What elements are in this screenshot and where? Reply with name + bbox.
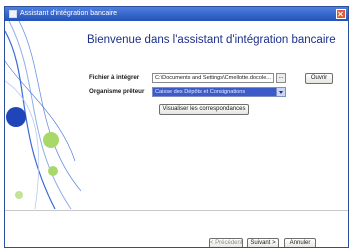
cancel-button[interactable]: Annuler bbox=[284, 238, 316, 247]
file-label: Fichier à intégrer bbox=[89, 74, 140, 81]
dropdown-arrow-icon[interactable] bbox=[276, 88, 285, 96]
title-bar[interactable]: Assistant d'intégration bancaire bbox=[5, 7, 348, 21]
close-icon[interactable] bbox=[336, 9, 346, 19]
lender-select-value: Caisse des Dépôts et Consignations bbox=[155, 89, 246, 95]
browse-button[interactable]: ... bbox=[276, 73, 286, 83]
open-button[interactable]: Ouvrir bbox=[305, 73, 333, 84]
wizard-window: Assistant d'intégration bancaire Bienven… bbox=[4, 6, 349, 248]
decorative-side-art bbox=[5, 21, 81, 209]
org-label: Organisme prêteur bbox=[89, 88, 145, 95]
next-button[interactable]: Suivant > bbox=[247, 238, 279, 247]
file-path-field[interactable]: C:\Documents and Settings\Cmellotte.doco… bbox=[152, 73, 274, 83]
lender-select[interactable]: Caisse des Dépôts et Consignations bbox=[152, 87, 286, 97]
previous-button[interactable]: < Précédent bbox=[209, 238, 243, 247]
app-icon bbox=[9, 10, 17, 18]
view-mapping-button[interactable]: Visualiser les correspondances bbox=[159, 104, 249, 115]
page-title: Bienvenue dans l'assistant d'intégration… bbox=[87, 34, 336, 46]
footer-separator bbox=[5, 210, 348, 211]
window-title: Assistant d'intégration bancaire bbox=[20, 10, 118, 17]
